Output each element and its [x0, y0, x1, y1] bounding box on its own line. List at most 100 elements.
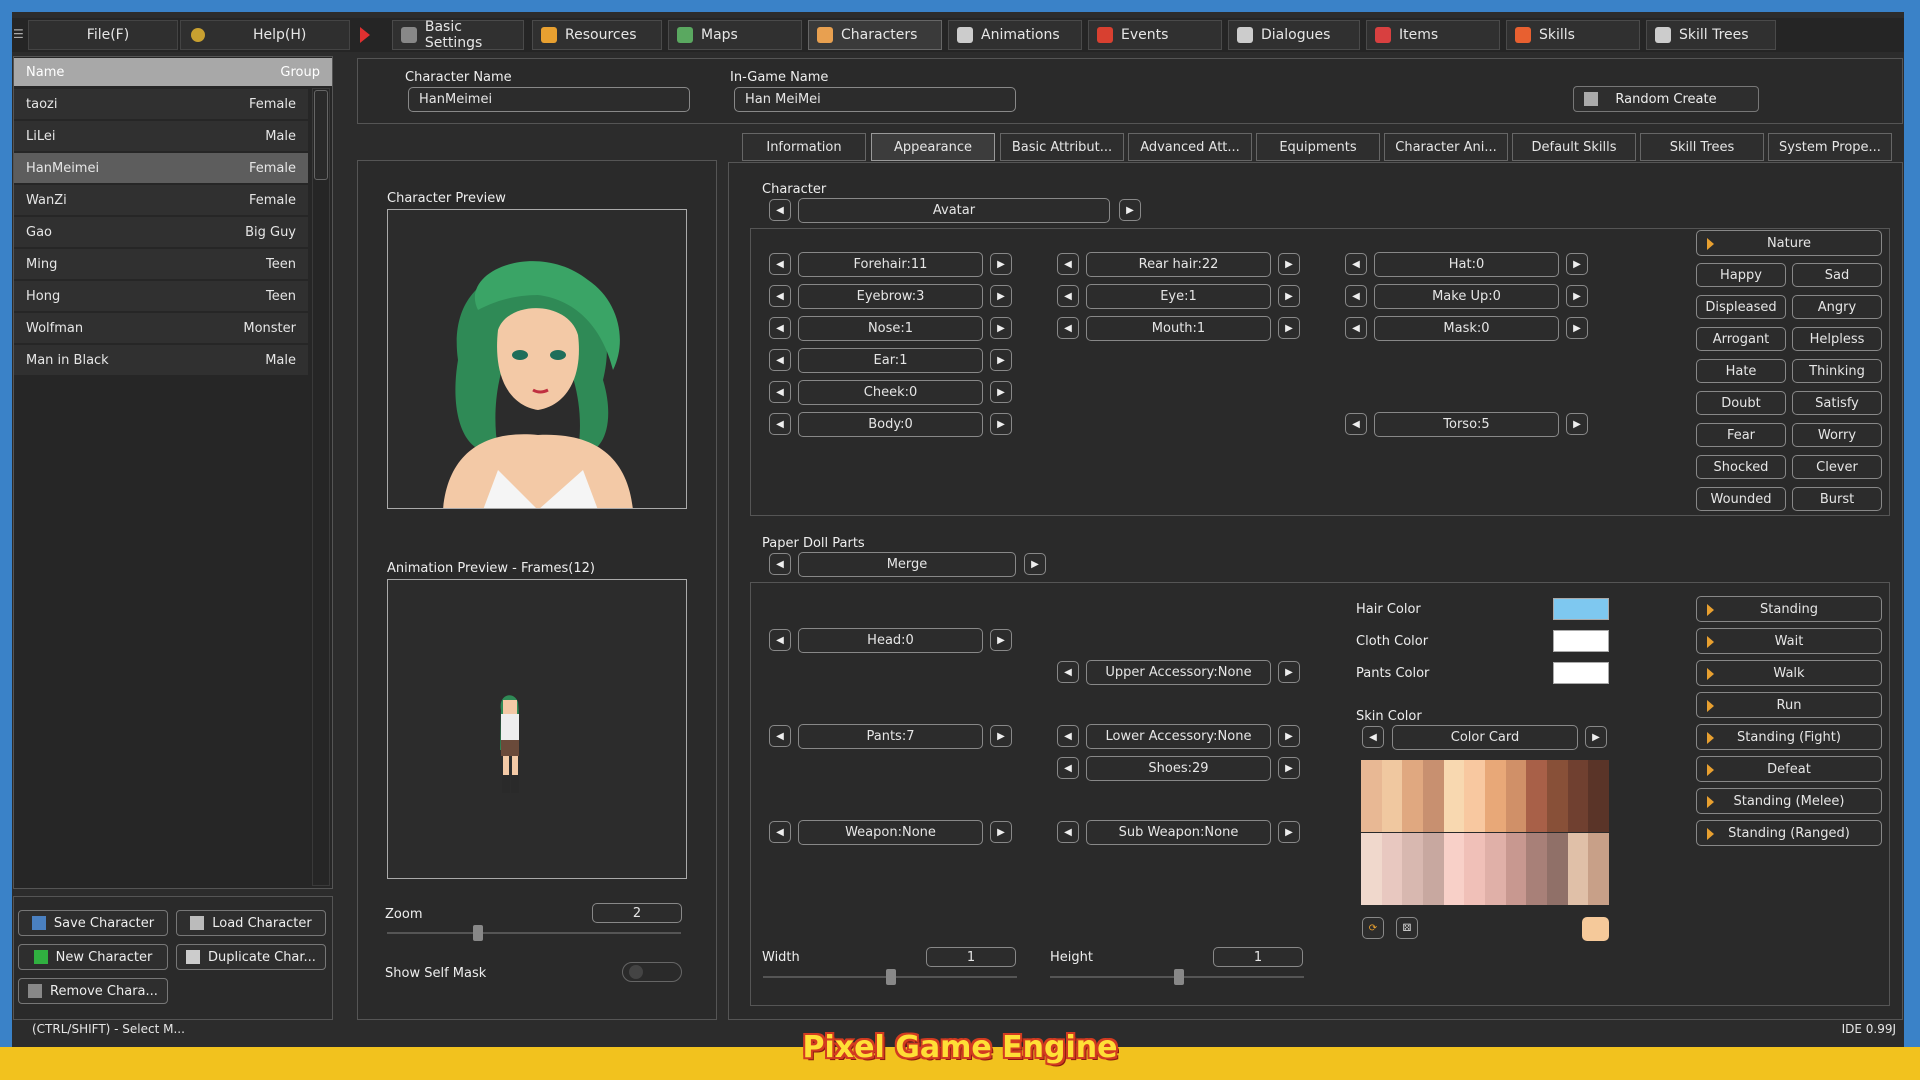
doll-head-selector[interactable]: Head:0	[798, 628, 983, 653]
zoom-field[interactable]: 2	[592, 903, 682, 923]
character-list-item[interactable]: Gao Big Guy	[14, 217, 308, 248]
doll-lower-accessory-prev-button[interactable]: ◀	[1057, 725, 1079, 747]
character-list-item[interactable]: Ming Teen	[14, 249, 308, 280]
part-make-up-next-button[interactable]: ▶	[1566, 285, 1588, 307]
part-nose-next-button[interactable]: ▶	[990, 317, 1012, 339]
doll-sub-weapon-prev-button[interactable]: ◀	[1057, 821, 1079, 843]
width-field[interactable]: 1	[926, 947, 1016, 967]
merge-next-button[interactable]: ▶	[1024, 553, 1046, 575]
character-type-selector[interactable]: Avatar	[798, 198, 1110, 223]
skin-swatch[interactable]	[1588, 760, 1609, 832]
doll-upper-accessory-prev-button[interactable]: ◀	[1057, 661, 1079, 683]
play-icon[interactable]	[360, 27, 370, 43]
skin-swatch[interactable]	[1464, 760, 1485, 832]
skin-swatch[interactable]	[1361, 832, 1382, 905]
part-eyebrow-prev-button[interactable]: ◀	[769, 285, 791, 307]
skin-swatch[interactable]	[1546, 760, 1568, 832]
part-hat-next-button[interactable]: ▶	[1566, 253, 1588, 275]
subtab-skill-trees[interactable]: Skill Trees	[1640, 133, 1764, 161]
part-nose-prev-button[interactable]: ◀	[769, 317, 791, 339]
animation-defeat[interactable]: Defeat	[1696, 756, 1882, 782]
character-list-item[interactable]: Wolfman Monster	[14, 313, 308, 344]
subtab-advanced-att[interactable]: Advanced Att...	[1128, 133, 1252, 161]
part-body-selector[interactable]: Body:0	[798, 412, 983, 437]
skin-swatch[interactable]	[1381, 832, 1403, 905]
emotion-worry[interactable]: Worry	[1792, 423, 1882, 447]
top-tab-basic-settings[interactable]: Basic Settings	[392, 19, 524, 51]
remove-character-button[interactable]: Remove Chara...	[18, 978, 168, 1004]
skin-swatch[interactable]	[1505, 832, 1527, 905]
width-slider-knob[interactable]	[886, 969, 896, 985]
skin-swatch[interactable]	[1361, 760, 1382, 832]
emotion-sad[interactable]: Sad	[1792, 263, 1882, 287]
color-card-prev-button[interactable]: ◀	[1362, 726, 1384, 748]
part-mouth-selector[interactable]: Mouth:1	[1086, 316, 1271, 341]
emotion-wounded[interactable]: Wounded	[1696, 487, 1786, 511]
part-make-up-prev-button[interactable]: ◀	[1345, 285, 1367, 307]
emotion-clever[interactable]: Clever	[1792, 455, 1882, 479]
part-ear-prev-button[interactable]: ◀	[769, 349, 791, 371]
doll-head-next-button[interactable]: ▶	[990, 629, 1012, 651]
cloth-color-swatch[interactable]	[1553, 630, 1609, 652]
doll-weapon-prev-button[interactable]: ◀	[769, 821, 791, 843]
doll-shoes-prev-button[interactable]: ◀	[1057, 757, 1079, 779]
part-forehair-next-button[interactable]: ▶	[990, 253, 1012, 275]
part-eye-next-button[interactable]: ▶	[1278, 285, 1300, 307]
menu-help[interactable]: Help(H)	[180, 20, 350, 50]
skin-swatch[interactable]	[1526, 760, 1547, 832]
emotion-thinking[interactable]: Thinking	[1792, 359, 1882, 383]
character-list-item[interactable]: taozi Female	[14, 89, 308, 120]
new-character-button[interactable]: New Character	[18, 944, 168, 970]
character-list-item[interactable]: Man in Black Male	[14, 345, 308, 376]
pants-color-swatch[interactable]	[1553, 662, 1609, 684]
top-tab-dialogues[interactable]: Dialogues	[1228, 20, 1360, 50]
top-tab-skills[interactable]: Skills	[1506, 20, 1640, 50]
emotion-displeased[interactable]: Displeased	[1696, 295, 1786, 319]
hair-color-swatch[interactable]	[1553, 598, 1609, 620]
skin-swatch[interactable]	[1443, 832, 1465, 905]
skin-swatch[interactable]	[1443, 760, 1465, 832]
part-hat-prev-button[interactable]: ◀	[1345, 253, 1367, 275]
random-create-button[interactable]: Random Create	[1573, 86, 1759, 112]
part-ear-next-button[interactable]: ▶	[990, 349, 1012, 371]
character-list-item[interactable]: Hong Teen	[14, 281, 308, 312]
subtab-default-skills[interactable]: Default Skills	[1512, 133, 1636, 161]
part-mouth-next-button[interactable]: ▶	[1278, 317, 1300, 339]
load-character-button[interactable]: Load Character	[176, 910, 326, 936]
reset-color-button[interactable]: ⟳	[1362, 917, 1384, 939]
doll-head-prev-button[interactable]: ◀	[769, 629, 791, 651]
skin-swatch[interactable]	[1484, 832, 1506, 905]
part-rear-hair-next-button[interactable]: ▶	[1278, 253, 1300, 275]
part-torso-next-button[interactable]: ▶	[1566, 413, 1588, 435]
emotion-burst[interactable]: Burst	[1792, 487, 1882, 511]
character-name-field[interactable]: HanMeimei	[408, 87, 690, 112]
skin-color-palette[interactable]	[1361, 760, 1609, 905]
part-hat-selector[interactable]: Hat:0	[1374, 252, 1559, 277]
skin-swatch[interactable]	[1546, 832, 1568, 905]
part-ear-selector[interactable]: Ear:1	[798, 348, 983, 373]
duplicate-character-button[interactable]: Duplicate Char...	[176, 944, 326, 970]
skin-swatch[interactable]	[1484, 760, 1506, 832]
random-color-button[interactable]: ⚄	[1396, 917, 1418, 939]
doll-pants-prev-button[interactable]: ◀	[769, 725, 791, 747]
part-body-prev-button[interactable]: ◀	[769, 413, 791, 435]
subtab-system-prope[interactable]: System Prope...	[1768, 133, 1892, 161]
color-card-next-button[interactable]: ▶	[1585, 726, 1607, 748]
subtab-equipments[interactable]: Equipments	[1256, 133, 1380, 161]
top-tab-items[interactable]: Items	[1366, 20, 1500, 50]
emotion-satisfy[interactable]: Satisfy	[1792, 391, 1882, 415]
animation-walk[interactable]: Walk	[1696, 660, 1882, 686]
skin-swatch[interactable]	[1588, 832, 1609, 905]
top-tab-animations[interactable]: Animations	[948, 20, 1082, 50]
save-character-button[interactable]: Save Character	[18, 910, 168, 936]
doll-weapon-selector[interactable]: Weapon:None	[798, 820, 983, 845]
animation-standing-fight[interactable]: Standing (Fight)	[1696, 724, 1882, 750]
doll-weapon-next-button[interactable]: ▶	[990, 821, 1012, 843]
animation-wait[interactable]: Wait	[1696, 628, 1882, 654]
part-cheek-selector[interactable]: Cheek:0	[798, 380, 983, 405]
list-scrollbar-thumb[interactable]	[314, 90, 328, 180]
part-eyebrow-next-button[interactable]: ▶	[990, 285, 1012, 307]
character-prev-button[interactable]: ◀	[769, 199, 791, 221]
part-torso-prev-button[interactable]: ◀	[1345, 413, 1367, 435]
merge-selector[interactable]: Merge	[798, 552, 1016, 577]
